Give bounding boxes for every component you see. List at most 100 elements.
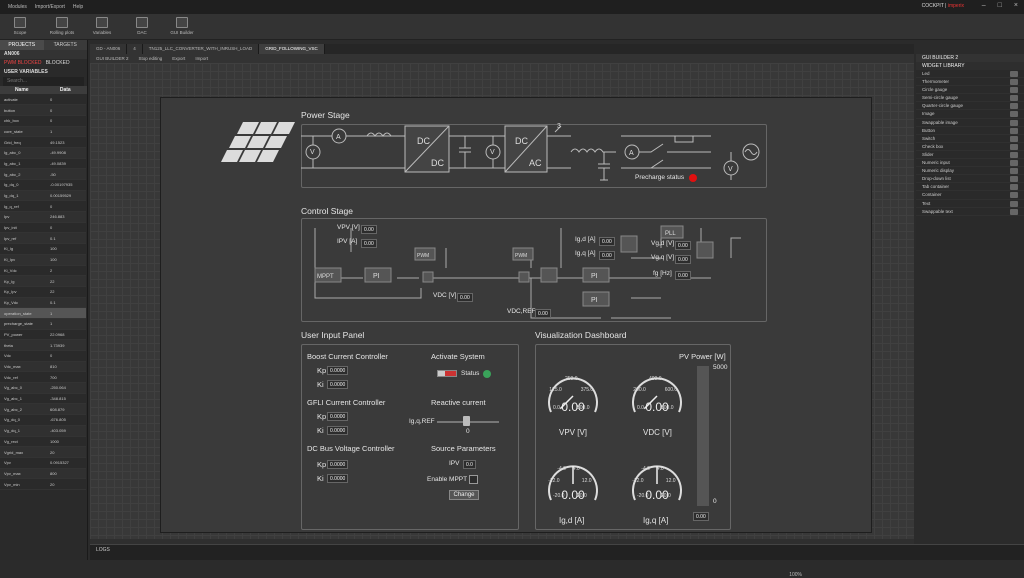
scope-button[interactable]: Scope [2,17,38,35]
widget-item[interactable]: Image [916,110,1024,119]
import-button[interactable]: Import [195,56,208,61]
search-input[interactable]: Search... [3,77,84,86]
widget-item[interactable]: Drop-down list [916,175,1024,184]
table-row[interactable]: Kp_Ipv 22 [0,286,86,298]
table-row[interactable]: Kp_Ig 22 [0,275,86,287]
boost-kp-input[interactable]: 0.0000 [327,366,349,375]
variable-value: 0 [46,94,86,106]
table-row[interactable]: Ipv_ref 0.1 [0,232,86,245]
reactive-slider-handle[interactable] [463,416,470,426]
table-row[interactable]: Vpv_max 800 [0,468,86,480]
table-row[interactable]: PV_power 22.0968 [0,329,86,341]
gauge-value: 0.00 [561,488,585,502]
table-row[interactable]: core_state 1 [0,126,86,138]
table-row[interactable]: Grid_freq 49.1523 [0,136,86,148]
ctrl-vgq-value: 0.00 [675,255,691,264]
table-row[interactable]: Vg_dq_0 -676.805 [0,414,86,426]
table-row[interactable]: theta 1.73939 [0,339,86,351]
table-row[interactable]: Vg_abc_1 -348.815 [0,393,86,405]
source-ipv-label: IPV [449,460,460,467]
change-button[interactable]: Change [449,490,479,500]
stop-editing-button[interactable]: Stop editing [139,56,163,61]
table-row[interactable]: Vdc_ref 700 [0,371,86,384]
widget-item[interactable]: Container [916,191,1024,200]
menu-import-export[interactable]: Import/Export [35,4,65,10]
builder-canvas[interactable]: Power Stage V A V A V DC DC DC AC 3 Prec… [90,63,914,539]
dcbus-ki-input[interactable]: 0.0000 [327,474,349,483]
table-row[interactable]: Ipv 246.883 [0,211,86,223]
widget-item[interactable]: Slider [916,151,1024,160]
tab-projects[interactable]: PROJECTS [0,40,44,50]
table-row[interactable]: Vdc_max 810 [0,361,86,373]
dac-button[interactable]: DAC [124,17,160,35]
widget-item[interactable]: Swappable text [916,208,1024,216]
maximize-icon[interactable]: □ [998,2,1002,9]
table-row[interactable]: Ig_dq_1 0.00159529 [0,190,86,202]
table-row[interactable]: Ig_dq_0 -0.00197935 [0,179,86,191]
gfli-kp-input[interactable]: 0.0000 [327,412,349,421]
svg-text:A: A [629,150,634,157]
close-icon[interactable]: × [1014,2,1018,9]
variable-value: 0 [46,115,86,127]
table-row[interactable]: Ig_abc_2 -50 [0,168,86,180]
transform-block-2 [620,235,638,253]
rolling-plots-button[interactable]: Rolling plots [44,17,80,35]
widget-item[interactable]: Switch [916,135,1024,143]
tab-4[interactable]: 4 [127,44,143,54]
logs-tab[interactable]: LOGS [96,547,110,553]
widget-item[interactable]: Numeric display [916,167,1024,176]
table-row[interactable]: activate 0 [0,94,86,106]
tab-gd-an006[interactable]: GD - AN006 [90,44,128,54]
enable-mppt-checkbox[interactable] [469,475,478,484]
widget-item[interactable]: Tab container [916,183,1024,192]
widget-item[interactable]: Semi-circle gauge [916,94,1024,103]
tab-grid-following[interactable]: GRID_FOLLOWING_VSC [259,44,325,54]
table-row[interactable]: Ipv_init 0 [0,222,86,234]
table-row[interactable]: precharge_state 1 [0,318,86,330]
table-row[interactable]: Ki_Ig 100 [0,243,86,255]
sum-block-1 [422,271,434,283]
gui-builder-button[interactable]: GUI Builder [164,17,200,35]
widget-item[interactable]: Check box [916,143,1024,151]
table-row[interactable]: Ki_Vdc 2 [0,265,86,277]
zoom-level[interactable]: 100% [789,572,802,578]
table-row[interactable]: operation_state 1 [0,307,86,319]
activate-switch[interactable] [437,370,457,377]
menu-modules[interactable]: Modules [8,4,27,10]
table-row[interactable]: Ig_q_ref 0 [0,200,86,213]
gfli-ki-input[interactable]: 0.0000 [327,426,349,435]
table-row[interactable]: Ig_abc_1 -49.0839 [0,158,86,170]
table-row[interactable]: Vg_dq_1 -403.059 [0,425,86,437]
table-row[interactable]: button 0 [0,104,86,116]
widget-item[interactable]: Led [916,70,1024,79]
source-ipv-input[interactable]: 0.0 [463,460,476,469]
dcbus-title: DC Bus Voltage Controller [307,444,395,453]
table-row[interactable]: Vpv_min 20 [0,478,86,490]
widget-item[interactable]: Quarter-circle gauge [916,102,1024,111]
table-row[interactable]: Ki_Ipv 100 [0,254,86,266]
tab-targets[interactable]: TARGETS [43,40,87,50]
variables-button[interactable]: Variables [84,17,120,35]
dcbus-kp-input[interactable]: 0.0000 [327,460,349,469]
table-row[interactable]: Vpv 0.0915327 [0,457,86,469]
widget-item[interactable]: Text [916,200,1024,208]
widget-item[interactable]: Button [916,127,1024,135]
widget-item[interactable]: Thermometer [916,78,1024,87]
export-button[interactable]: Export [172,56,185,61]
table-row[interactable]: chk_box 0 [0,115,86,127]
device-name[interactable]: AN006 [0,50,87,59]
table-row[interactable]: Vg_abc_2 608.879 [0,403,86,416]
widget-item[interactable]: Swappable image [916,119,1024,127]
table-row[interactable]: Kp_Vdc 0.1 [0,297,86,309]
widget-item[interactable]: Circle gauge [916,86,1024,95]
boost-ki-input[interactable]: 0.0000 [327,380,349,389]
table-row[interactable]: Ig_abc_0 -49.9908 [0,147,86,159]
minimize-icon[interactable]: – [982,2,986,9]
table-row[interactable]: Vgrid_max 20 [0,446,86,458]
table-row[interactable]: Vdc 0 [0,350,86,362]
table-row[interactable]: Vg_rect 1000 [0,436,86,448]
menu-help[interactable]: Help [73,4,83,10]
widget-item[interactable]: Numeric input [916,159,1024,168]
tab-llc[interactable]: TN125_LLC_CONVERTER_WITH_INRUSH_LOAD [142,44,260,54]
table-row[interactable]: Vg_abc_0 -250.064 [0,382,86,394]
